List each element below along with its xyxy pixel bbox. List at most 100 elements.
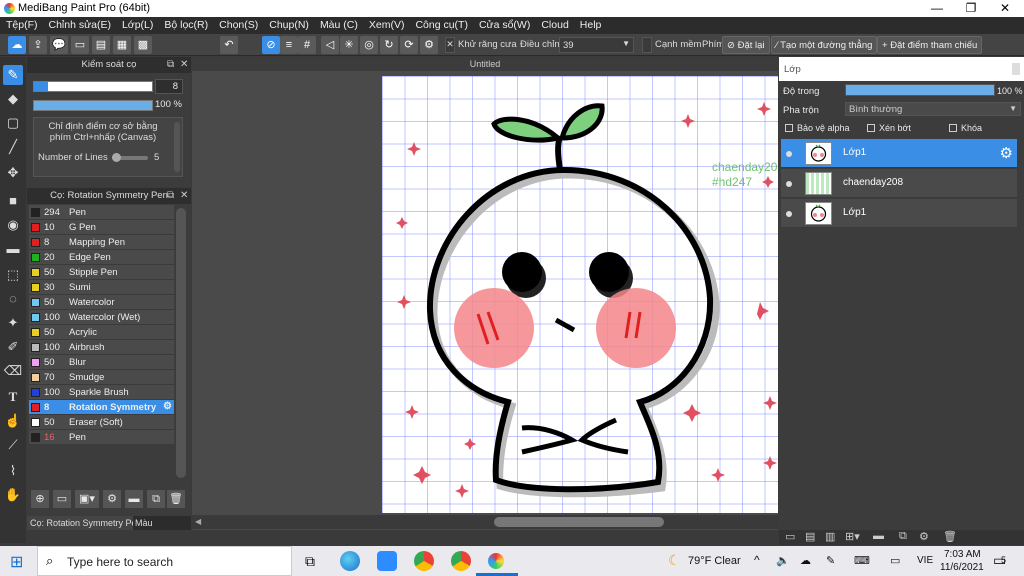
layer-opacity-slider[interactable] (845, 84, 995, 96)
duplicate-icon[interactable]: ⧉ (147, 490, 165, 508)
brush-item[interactable]: 50 Eraser (Soft) (29, 415, 174, 430)
brush-item[interactable]: 100 Airbrush (29, 340, 174, 355)
lasso-tool-icon[interactable]: ◌ (3, 289, 23, 309)
select-eraser-tool-icon[interactable]: ⌫ (3, 361, 23, 381)
protect-alpha-checkbox[interactable] (785, 124, 793, 132)
brush-settings-icon[interactable]: ⚙ (163, 401, 172, 412)
select-rect-tool-icon[interactable]: ▢ (3, 113, 23, 133)
select-pen-tool-icon[interactable]: ✐ (3, 337, 23, 357)
snap-vanish-icon[interactable]: ◁ (321, 36, 339, 54)
pen-icon[interactable]: ✎ (826, 554, 835, 567)
tab-brush[interactable]: Cọ: Rotation Symmetry Pen (27, 516, 133, 530)
select-tool-icon[interactable]: ⬚ (3, 265, 23, 285)
battery-icon[interactable]: ▭ (890, 554, 900, 567)
menu-select[interactable]: Chọn(S) (213, 17, 263, 31)
undock-icon[interactable]: ⧉ (167, 57, 174, 73)
brush-tool-icon[interactable]: ✎ (3, 65, 23, 85)
brush-item[interactable]: 8 Rotation Symmetry ⚙ (29, 400, 174, 415)
operation-tool-icon[interactable]: ☝ (3, 411, 23, 431)
settings-scrollbar[interactable] (174, 122, 180, 172)
windows-start-icon[interactable]: ⊞ (10, 552, 23, 572)
layer-delete-icon[interactable]: 🗑 (943, 530, 957, 543)
visibility-icon[interactable] (786, 181, 792, 187)
panel-close-icon[interactable]: ✕ (180, 57, 188, 73)
layer-panel-scroll[interactable] (1012, 63, 1020, 75)
menu-color[interactable]: Màu (C) (314, 17, 363, 31)
brush-item[interactable]: 30 Sumi (29, 280, 174, 295)
menu-window[interactable]: Cửa sổ(W) (473, 17, 535, 31)
tab-color[interactable]: Màu (135, 518, 153, 528)
brush-item[interactable]: 8 Mapping Pen (29, 235, 174, 250)
snap-radial-icon[interactable]: ✳ (340, 36, 358, 54)
blend-select[interactable]: Bình thường ▼ (845, 102, 1021, 116)
layer-row[interactable]: Lớp1 (781, 199, 1017, 228)
brush-item[interactable]: 20 Edge Pen (29, 250, 174, 265)
adjust-select[interactable]: 39 ▼ (559, 37, 634, 53)
menu-edit[interactable]: Chỉnh sửa(E) (43, 17, 116, 31)
reference-point-button[interactable]: + Đặt điểm tham chiếu (877, 36, 983, 54)
size-value[interactable]: 8 (155, 79, 183, 94)
brush-item[interactable]: 100 Sparkle Brush (29, 385, 174, 400)
layer-duplicate-icon[interactable]: ▤ (805, 530, 815, 543)
menu-filter[interactable]: Bộ lọc(R) (158, 17, 213, 31)
clipping-checkbox[interactable] (867, 124, 875, 132)
lines-slider[interactable] (112, 153, 148, 162)
comment-icon[interactable]: ▭ (71, 36, 89, 54)
brush-type-icon[interactable]: ▣▾ (75, 490, 99, 508)
menu-cloud[interactable]: Cloud (535, 17, 573, 31)
snap-lock-icon[interactable]: ⟳ (400, 36, 418, 54)
layer-settings-icon[interactable]: ⚙ (1000, 144, 1013, 162)
layer-copy-icon[interactable]: ⧉ (899, 530, 907, 543)
brush-item[interactable]: 70 Smudge (29, 370, 174, 385)
snap-off-icon[interactable]: ⊘ (262, 36, 280, 54)
brush-add-icon[interactable]: ⊕ (31, 490, 49, 508)
fill-rect-tool-icon[interactable]: ■ (3, 191, 23, 211)
medibang-taskbar-icon[interactable] (488, 553, 504, 569)
brush-item[interactable]: 10 G Pen (29, 220, 174, 235)
brush-item[interactable]: 50 Stipple Pen (29, 265, 174, 280)
tile-icon[interactable]: ▩ (134, 36, 152, 54)
scroll-left-icon[interactable]: ◀ (195, 517, 201, 526)
menu-layer[interactable]: Lớp(L) (116, 17, 158, 31)
lines-slider-knob[interactable] (112, 153, 121, 162)
speaker-icon[interactable]: 🔈 (776, 554, 790, 567)
weather-text[interactable]: 79°F Clear (688, 555, 741, 567)
lock-checkbox[interactable] (949, 124, 957, 132)
layer-row[interactable]: Lớp1 ⚙ (781, 139, 1017, 168)
menu-tools[interactable]: Công cụ(T) (409, 17, 473, 31)
menu-view[interactable]: Xem(V) (363, 17, 410, 31)
cloud-icon[interactable]: ☁ (8, 36, 26, 54)
trash-icon[interactable]: 🗑 (167, 490, 185, 508)
panel-close-icon[interactable]: ✕ (180, 188, 188, 204)
size-slider[interactable] (33, 81, 153, 92)
brush-item[interactable]: 50 Blur (29, 355, 174, 370)
undock-icon[interactable]: ⧉ (167, 188, 174, 204)
cloud-sync-icon[interactable]: ☁ (800, 554, 811, 567)
visibility-icon[interactable] (786, 211, 792, 217)
eyedropper-tool-icon[interactable]: ⌇ (3, 461, 23, 481)
task-view-icon[interactable]: ⧉ (305, 553, 315, 570)
minimize-button[interactable]: — (920, 0, 954, 17)
gradient-tool-icon[interactable]: ▬ (3, 239, 23, 259)
bucket-tool-icon[interactable]: ◉ (3, 215, 23, 235)
settings-icon[interactable]: ⚙ (420, 36, 438, 54)
menu-snap[interactable]: Chụp(N) (263, 17, 314, 31)
magic-wand-tool-icon[interactable]: ✦ (3, 313, 23, 333)
layer-add-menu-icon[interactable]: ⊞▾ (845, 530, 860, 543)
layer-merge-icon[interactable]: ▥ (825, 530, 835, 543)
brush-item[interactable]: 100 Watercolor (Wet) (29, 310, 174, 325)
eraser-tool-icon[interactable]: ◆ (3, 89, 23, 109)
new-brush-icon[interactable]: ▭ (53, 490, 71, 508)
clock-date[interactable]: 11/6/2021 (940, 562, 984, 573)
reset-button[interactable]: ⊘ Đặt lại (722, 36, 770, 54)
chat-icon[interactable]: 💬 (50, 36, 68, 54)
menu-help[interactable]: Help (574, 17, 607, 31)
snap-curve-icon[interactable]: ↻ (380, 36, 398, 54)
folder-icon[interactable]: ▬ (125, 490, 143, 508)
document-icon[interactable]: ▤ (92, 36, 110, 54)
layer-folder-icon[interactable]: ▬ (873, 530, 884, 542)
grid-doc-icon[interactable]: ▦ (113, 36, 131, 54)
visibility-icon[interactable] (786, 151, 792, 157)
layer-settings-icon[interactable]: ⚙ (919, 530, 929, 543)
snap-parallel-icon[interactable]: ≡ (280, 36, 298, 54)
